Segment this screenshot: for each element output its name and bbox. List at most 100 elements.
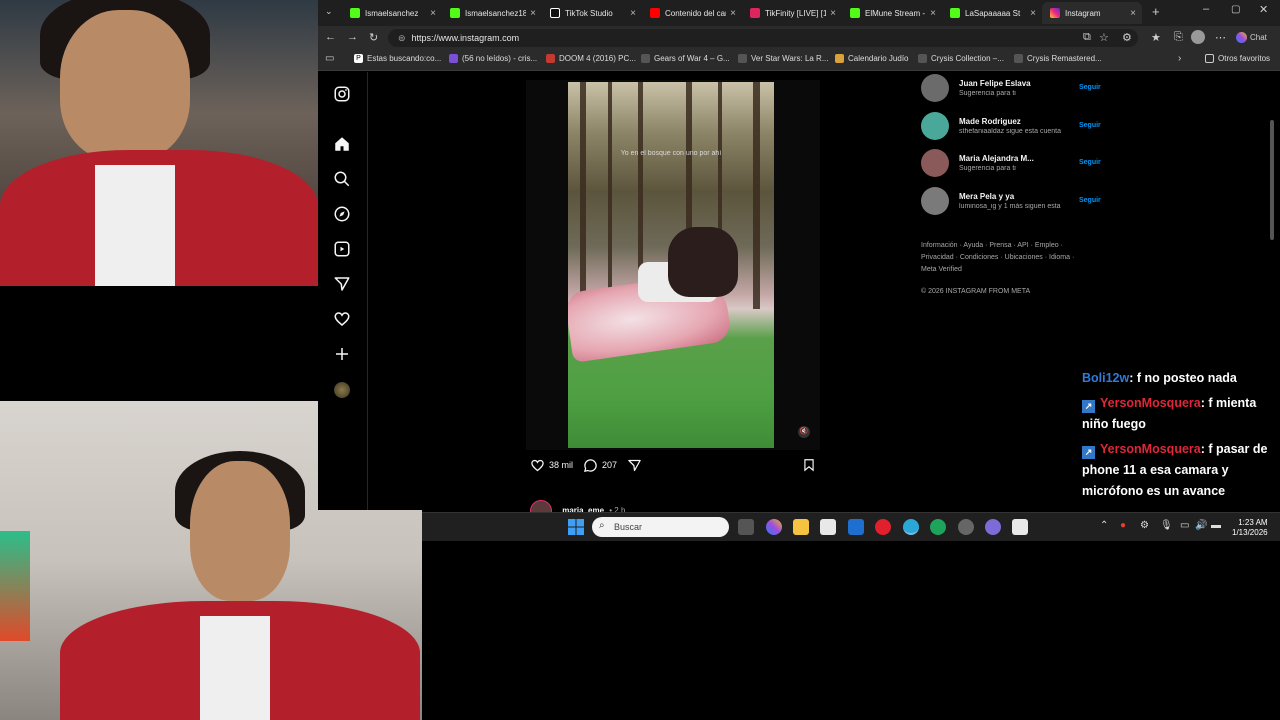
close-icon[interactable]: × (530, 8, 536, 19)
star-icon[interactable]: ☆ (1099, 31, 1109, 44)
tab-instagram[interactable]: Instagram × (1042, 2, 1142, 24)
kick-icon (850, 8, 860, 18)
close-icon[interactable]: × (630, 8, 636, 19)
edge-icon[interactable] (903, 519, 919, 535)
window-close-icon[interactable]: ✕ (1259, 3, 1268, 16)
tab-6[interactable]: ElMune Stream - Vi× (842, 2, 942, 24)
tab-3[interactable]: TikTok Studio × (542, 2, 642, 24)
follow-button[interactable]: Seguir (1079, 122, 1101, 129)
bookmarks-bar: ▭ P Estas buscando:co... (56 no leídos) -… (318, 50, 1280, 71)
store-icon[interactable] (820, 519, 836, 535)
copilot-icon[interactable] (766, 519, 782, 535)
tray-chevron-icon[interactable]: ⌃ (1100, 520, 1108, 531)
notifications-heart-icon[interactable] (333, 310, 351, 328)
suggestion-avatar[interactable] (921, 187, 949, 215)
new-tab-icon[interactable]: + (1152, 4, 1160, 19)
follow-button[interactable]: Seguir (1079, 159, 1101, 166)
other-favorites[interactable]: Otros favoritos (1205, 54, 1270, 63)
mute-icon[interactable]: 🔇 (798, 426, 810, 438)
tab-2[interactable]: Ismaelsanchez18 C× (442, 2, 542, 24)
bookmark-1[interactable]: P Estas buscando:co... (354, 54, 441, 63)
copilot-chat-button[interactable]: Chat (1236, 32, 1267, 43)
search-icon[interactable] (333, 170, 351, 188)
app-available-icon[interactable]: ⧉ (1083, 31, 1091, 44)
bookmark-4[interactable]: Gears of War 4 – G... (641, 54, 730, 63)
reload-icon[interactable]: ↻ (369, 31, 378, 44)
reels-icon[interactable] (333, 240, 351, 258)
task-view-icon[interactable] (738, 519, 754, 535)
windows-start-icon[interactable] (568, 519, 584, 535)
bookmark-3[interactable]: DOOM 4 (2016) PC... (546, 54, 636, 63)
close-icon[interactable]: × (430, 8, 436, 19)
follow-button[interactable]: Seguir (1079, 197, 1101, 204)
tiktok-icon (550, 8, 560, 18)
extensions-icon[interactable]: ⚙ (1122, 31, 1132, 44)
volume-icon[interactable]: 🔊 (1195, 520, 1207, 531)
file-explorer-icon[interactable] (793, 519, 809, 535)
tab-7[interactable]: LaSapaaaaa St × (942, 2, 1042, 24)
collections-icon[interactable]: ⎘ (1174, 31, 1183, 44)
microphone-icon[interactable]: 🎙 (1160, 520, 1173, 531)
back-icon[interactable]: ← (325, 31, 336, 43)
address-bar[interactable]: ⊜ https://www.instagram.com (388, 29, 1138, 47)
bookmark-7[interactable]: Crysis Collection –... (918, 54, 1004, 63)
scrollbar[interactable] (1270, 120, 1274, 240)
bookmark-8[interactable]: Crysis Remastered... (1014, 54, 1102, 63)
follow-button[interactable]: Seguir (1079, 84, 1101, 91)
maximize-icon[interactable]: ▢ (1231, 4, 1240, 15)
close-icon[interactable]: × (730, 8, 736, 19)
edge-dev-icon[interactable] (930, 519, 946, 535)
close-icon[interactable]: × (830, 8, 836, 19)
suggestion-avatar[interactable] (921, 149, 949, 177)
capcut-icon[interactable] (1012, 519, 1028, 535)
chevron-right-icon[interactable]: › (1178, 53, 1181, 64)
suggestion-avatar[interactable] (921, 74, 949, 102)
like-count: 38 mil (549, 460, 574, 470)
messages-icon[interactable] (333, 275, 351, 293)
tab-4[interactable]: Contenido del can × (642, 2, 742, 24)
tab-5[interactable]: TikFinity [LIVE] [11 × (742, 2, 842, 24)
instagram-logo-icon[interactable] (333, 85, 351, 103)
kick-icon (350, 8, 360, 18)
suggestion-avatar[interactable] (921, 112, 949, 140)
profile-avatar[interactable] (334, 382, 350, 398)
save-bookmark-icon[interactable] (802, 458, 816, 472)
forward-icon[interactable]: → (347, 31, 358, 43)
tray-app-icon[interactable]: ● (1120, 520, 1126, 531)
like-heart-icon[interactable] (530, 458, 545, 473)
mail-icon (449, 54, 458, 63)
taskbar-search[interactable]: ⌕ Buscar (592, 517, 729, 537)
profile-avatar[interactable] (1191, 30, 1205, 44)
more-icon[interactable]: ⋯ (1215, 31, 1226, 44)
share-icon[interactable] (627, 458, 642, 473)
explore-icon[interactable] (333, 205, 351, 223)
create-plus-icon[interactable] (333, 345, 351, 363)
home-icon[interactable] (333, 135, 351, 153)
comment-icon[interactable] (583, 458, 598, 473)
reel-video[interactable]: Yo en el bosque con uno por ahí (568, 82, 774, 448)
close-icon[interactable]: × (1030, 8, 1036, 19)
reel-actions: 38 mil 207 (530, 456, 820, 474)
tray-settings-icon[interactable]: ⚙ (1140, 520, 1149, 531)
close-icon[interactable]: × (930, 8, 936, 19)
tab-list-icon[interactable]: ⌄ (325, 6, 333, 17)
obs-icon[interactable] (958, 519, 974, 535)
bookmark-2[interactable]: (56 no leídos) - cris... (449, 54, 537, 63)
calendar-icon (835, 54, 844, 63)
battery-icon[interactable]: ▬ (1211, 520, 1221, 531)
browser-tab-strip: ⌄ Ismaelsanchez× Ismaelsanchez18 C× TikT… (318, 0, 1280, 26)
system-clock[interactable]: 1:23 AM 1/13/2026 (1232, 518, 1268, 538)
opera-icon[interactable] (875, 519, 891, 535)
close-icon[interactable]: × (1130, 8, 1136, 19)
tab-actions-icon[interactable]: ▭ (325, 53, 334, 64)
site-info-icon[interactable]: ⊜ (398, 33, 406, 44)
network-icon[interactable]: ▭ (1180, 520, 1189, 531)
bookmark-6[interactable]: Calendario Judío (835, 54, 908, 63)
folder-icon (1205, 54, 1214, 63)
favorites-icon[interactable]: ★ (1151, 31, 1161, 44)
mail-icon[interactable] (848, 519, 864, 535)
tab-1[interactable]: Ismaelsanchez × (342, 2, 442, 24)
discord-icon[interactable] (985, 519, 1001, 535)
bookmark-5[interactable]: Ver Star Wars: La R... (738, 54, 829, 63)
minimize-icon[interactable]: – (1203, 3, 1209, 15)
